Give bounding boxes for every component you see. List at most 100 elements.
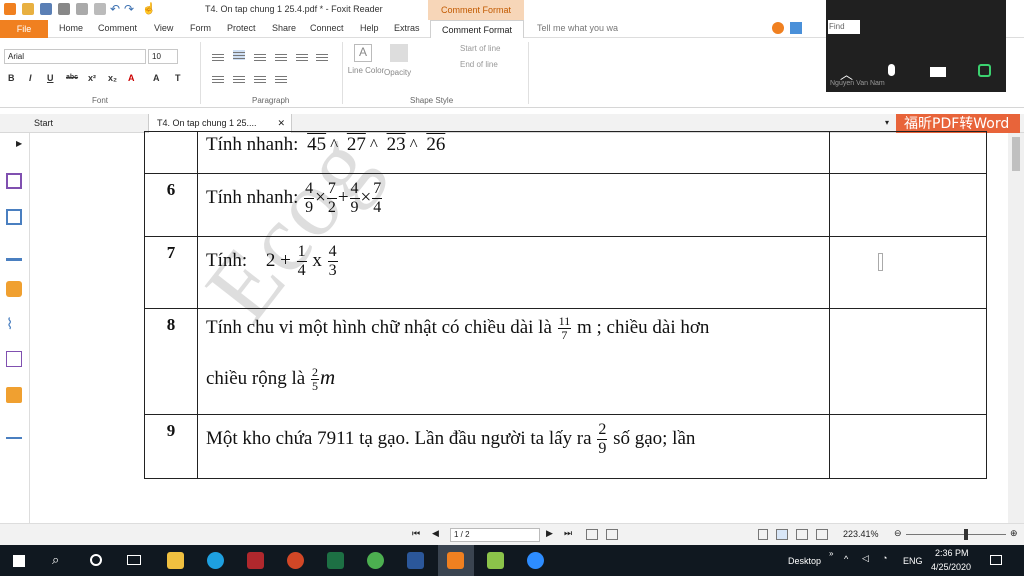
expand-panel-icon[interactable]: ▶ xyxy=(16,139,22,148)
print-icon[interactable] xyxy=(58,3,70,15)
cover-page-icon[interactable] xyxy=(816,529,828,540)
bookmark-icon[interactable] xyxy=(6,173,22,189)
tab-connect[interactable]: Connect xyxy=(310,23,344,33)
tab-file[interactable]: File xyxy=(0,20,48,38)
char-spacing-icon[interactable] xyxy=(254,74,266,84)
skin-icon[interactable] xyxy=(790,22,802,34)
zoom-slider-handle[interactable] xyxy=(964,529,968,540)
cortana-icon[interactable] xyxy=(90,554,102,566)
tab-share[interactable]: Share xyxy=(272,23,296,33)
underline-button[interactable]: U xyxy=(47,73,54,83)
tab-view[interactable]: View xyxy=(154,23,173,33)
tab-protect[interactable]: Protect xyxy=(227,23,256,33)
access-icon[interactable] xyxy=(247,552,264,569)
font-size-select[interactable]: 10 xyxy=(148,49,178,64)
font-name-select[interactable]: Arial xyxy=(4,49,146,64)
zoom-app-icon[interactable] xyxy=(527,552,544,569)
zoom-level[interactable]: 223.41% xyxy=(843,529,879,539)
end-of-line-button[interactable]: End of line xyxy=(460,60,498,69)
font-size-up-button[interactable]: A xyxy=(153,73,160,83)
microphone-icon[interactable] xyxy=(888,64,895,76)
line-spacing-icon[interactable] xyxy=(316,52,328,62)
word-icon[interactable] xyxy=(407,552,424,569)
camera-icon[interactable] xyxy=(930,67,946,77)
tab-list-icon[interactable]: ▾ xyxy=(885,118,889,127)
line-color-button[interactable]: Line Color xyxy=(346,66,386,76)
save-icon[interactable] xyxy=(40,3,52,15)
file-explorer-icon[interactable] xyxy=(167,552,184,569)
tab-form[interactable]: Form xyxy=(190,23,211,33)
font-color-button[interactable]: A xyxy=(128,73,135,83)
language-indicator[interactable]: ENG xyxy=(903,556,923,566)
excel-icon[interactable] xyxy=(327,552,344,569)
tab-start[interactable]: Start xyxy=(26,114,146,133)
document-viewport[interactable]: Ecog Tính nhanh: 45 ^ 27 ^ 23 ^ 26 6 Tính n… xyxy=(38,112,1008,523)
start-of-line-button[interactable]: Start of line xyxy=(460,44,500,53)
windows-start-icon[interactable] xyxy=(13,555,25,567)
comments-icon[interactable] xyxy=(6,281,22,297)
zoom-slider[interactable] xyxy=(906,534,1006,535)
opacity-icon[interactable] xyxy=(390,44,408,62)
tab-comment[interactable]: Comment xyxy=(98,23,137,33)
bold-button[interactable]: B xyxy=(8,73,15,83)
browser-icon[interactable] xyxy=(367,552,384,569)
clock-date[interactable]: 4/25/2020 xyxy=(931,562,971,572)
tell-me-search[interactable]: Tell me what you wa xyxy=(537,23,618,33)
task-view-icon[interactable] xyxy=(127,555,141,565)
share-screen-icon[interactable] xyxy=(978,64,991,77)
align-left-icon[interactable] xyxy=(233,50,245,60)
fit-page-icon[interactable] xyxy=(606,529,618,540)
powerpoint-icon[interactable] xyxy=(287,552,304,569)
last-page-icon[interactable]: ⏭ xyxy=(564,528,572,539)
volume-icon[interactable]: ◁ xyxy=(862,553,869,564)
superscript-button[interactable]: x² xyxy=(88,73,96,83)
previous-page-icon[interactable]: ◀ xyxy=(432,528,439,539)
facing-page-icon[interactable] xyxy=(796,529,808,540)
undo-icon[interactable]: ↶ xyxy=(110,3,122,15)
signature-icon[interactable] xyxy=(6,351,22,367)
zoom-out-icon[interactable]: ⊖ xyxy=(894,528,902,539)
layers-icon[interactable] xyxy=(6,245,22,261)
text-style-button[interactable]: T xyxy=(175,73,181,83)
new-icon[interactable] xyxy=(76,3,88,15)
network-icon[interactable]: ◔ xyxy=(882,553,887,563)
open-icon[interactable] xyxy=(22,3,34,15)
notifications-icon[interactable] xyxy=(990,555,1002,565)
search-tool-icon[interactable] xyxy=(6,423,22,439)
tab-home[interactable]: Home xyxy=(59,23,83,33)
pages-icon[interactable] xyxy=(6,209,22,225)
indent-icon[interactable] xyxy=(212,74,224,84)
hand-tool-icon[interactable]: ☝ xyxy=(142,3,156,15)
page-number-input[interactable]: 1 / 2 xyxy=(450,528,540,542)
two-page-icon[interactable] xyxy=(586,529,598,540)
tab-comment-format[interactable]: Comment Format xyxy=(430,20,524,39)
skype-icon[interactable] xyxy=(207,552,224,569)
opacity-button[interactable]: Opacity xyxy=(384,68,411,77)
bluestacks-icon[interactable] xyxy=(487,552,504,569)
redo-icon[interactable]: ↷ xyxy=(124,3,136,15)
text-direction-icon[interactable] xyxy=(275,74,287,84)
vertical-scrollbar[interactable] xyxy=(1008,133,1024,523)
show-hidden-icons-icon[interactable]: ^ xyxy=(844,554,848,564)
next-page-icon[interactable]: ▶ xyxy=(546,528,553,539)
first-page-icon[interactable]: ⏮ xyxy=(412,528,420,539)
strikethrough-button[interactable]: abc xyxy=(66,74,78,81)
tab-extras[interactable]: Extras xyxy=(394,23,420,33)
clock-time[interactable]: 2:36 PM xyxy=(935,548,969,558)
find-input[interactable]: Find xyxy=(828,20,860,34)
outdent-icon[interactable] xyxy=(233,74,245,84)
align-center-icon[interactable] xyxy=(254,52,266,62)
bullet-list-icon[interactable] xyxy=(212,52,224,62)
account-icon[interactable] xyxy=(772,22,784,34)
foxit-reader-icon[interactable] xyxy=(447,552,464,569)
subscript-button[interactable]: x₂ xyxy=(108,73,117,83)
properties-icon[interactable] xyxy=(94,3,106,15)
search-icon[interactable]: ⌕ xyxy=(52,552,59,568)
single-page-icon[interactable] xyxy=(758,529,768,540)
scrollbar-thumb[interactable] xyxy=(1012,137,1020,171)
security-lock-icon[interactable] xyxy=(6,387,22,403)
continuous-page-icon[interactable] xyxy=(776,529,788,540)
italic-button[interactable]: I xyxy=(29,73,32,83)
attachment-icon[interactable]: ⌇ xyxy=(6,317,22,333)
zoom-in-icon[interactable]: ⊕ xyxy=(1010,528,1018,539)
